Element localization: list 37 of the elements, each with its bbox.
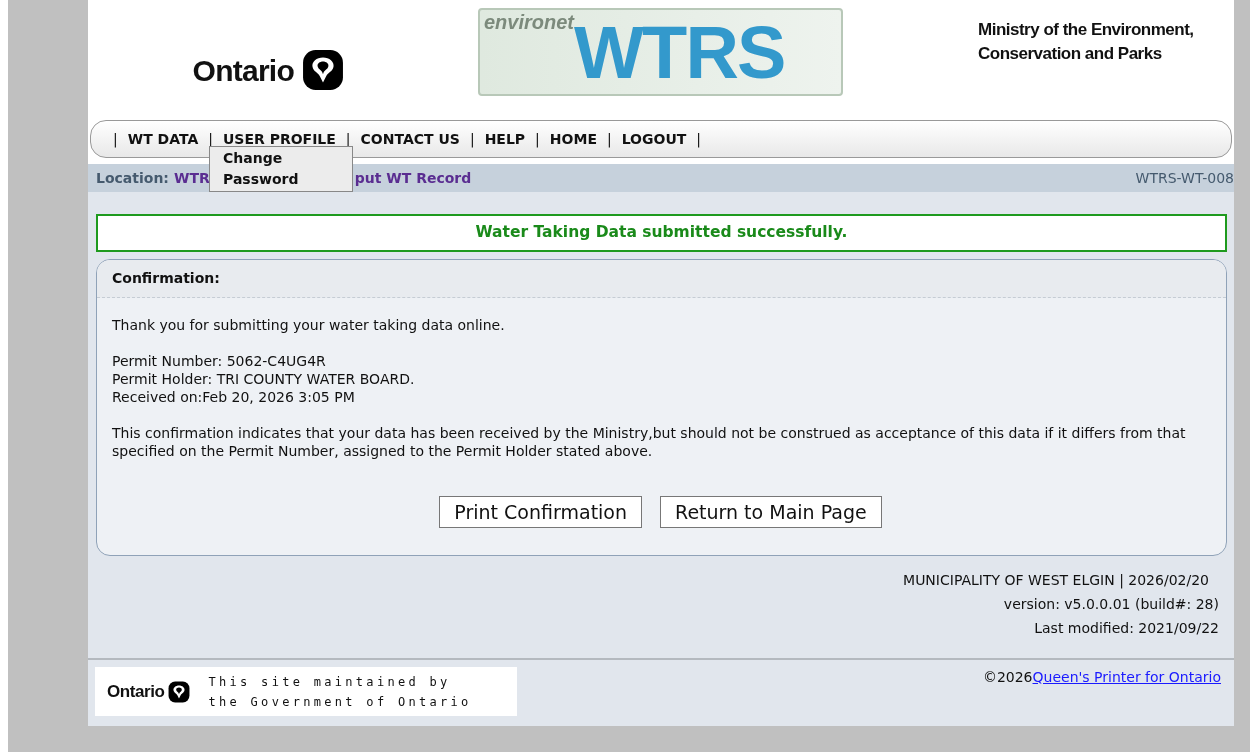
page-code: WTRS-WT-008 — [1135, 168, 1234, 188]
action-button[interactable]: Return to Main Page — [660, 496, 882, 528]
copyright-text: ©2026 — [982, 669, 1033, 685]
nav-separator: | — [113, 129, 118, 150]
nav-separator: | — [535, 129, 540, 150]
nav-link[interactable]: LOGOUT — [621, 128, 687, 150]
info-text: version: v5.0.0.01 (build#: 28) — [1003, 595, 1219, 614]
info-text: MUNICIPALITY OF WEST ELGIN | 2026/02/20 — [903, 571, 1209, 591]
dropdown-item[interactable]: Change — [223, 148, 352, 169]
dropdown-item[interactable]: Password — [223, 169, 352, 190]
ministry-name: Ministry of the Environment, — [978, 19, 1195, 41]
location-link[interactable]: WTR — [173, 167, 210, 189]
ministry-name: Conservation and Parks — [978, 43, 1163, 65]
nav-link[interactable]: USER PROFILE — [223, 128, 336, 150]
location-link[interactable]: put WT Record — [354, 167, 472, 189]
action-button[interactable]: Print Confirmation — [439, 496, 643, 528]
panel-title: Confirmation: — [112, 269, 220, 288]
notice-paragraph: This confirmation indicates that your data has been received by the Ministry,but should not be construed as acceptance of this data if it differs from that specified on the Permit Number, assigned to the Permit Holder stated above. — [112, 424, 1187, 460]
copyright-link[interactable]: Queen's Printer for Ontario — [1032, 669, 1221, 685]
detail-text: Received on:Feb 20, 2026 3:05 PM — [112, 388, 356, 406]
maintained-text: the Government of Ontario — [208, 693, 472, 711]
detail-text: Permit Number: 5062-C4UG4R — [112, 352, 327, 370]
nav-link[interactable]: HOME — [549, 128, 597, 150]
info-text: Last modified: 2021/09/22 — [1034, 619, 1219, 638]
ontario-logo-text: Ontario — [192, 52, 294, 89]
location-label: Location: — [96, 168, 169, 188]
success-banner: Water Taking Data submitted successfully. — [96, 214, 1227, 252]
nav-separator: | — [606, 129, 612, 150]
maintained-text: This site maintained by — [208, 673, 452, 691]
nav-link[interactable]: HELP — [484, 128, 526, 150]
thanks-text: Thank you for submitting your water taking data online. — [112, 316, 506, 334]
nav-link[interactable]: CONTACT US — [360, 128, 460, 150]
nav-separator: | — [469, 129, 475, 150]
detail-text: Permit Holder: TRI COUNTY WATER BOARD. — [112, 370, 416, 388]
nav-link[interactable]: WT DATA — [127, 128, 199, 150]
footer-logo-box: Ontario This site maintained by the Government of Ontario — [95, 667, 517, 716]
nav-separator: | — [696, 129, 702, 150]
